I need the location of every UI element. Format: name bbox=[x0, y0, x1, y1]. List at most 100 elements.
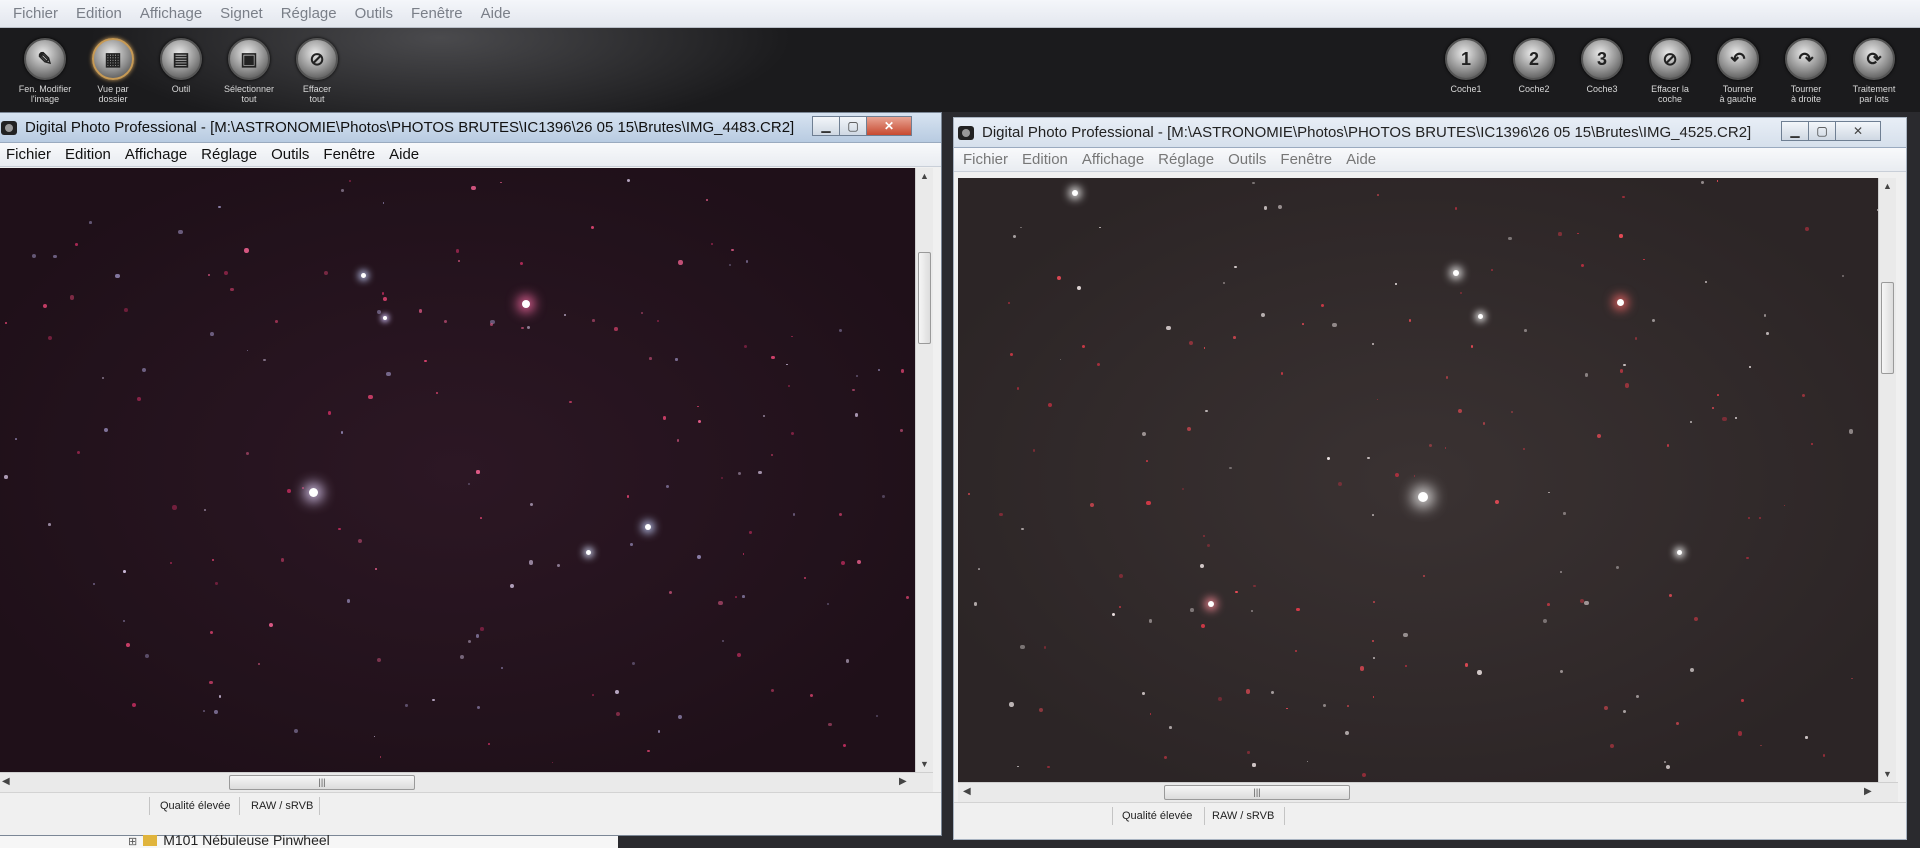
star bbox=[629, 543, 633, 546]
scroll-right-arrow-icon[interactable]: ▶ bbox=[1864, 786, 1872, 797]
bright-star bbox=[586, 549, 592, 555]
select-all-button[interactable]: ▣ Sélectionner tout bbox=[216, 38, 282, 104]
vertical-scrollbar[interactable]: ▲ ▼ bbox=[915, 168, 933, 772]
scrollbar-thumb[interactable] bbox=[918, 252, 931, 344]
star bbox=[1711, 407, 1714, 410]
check-mark-3-button[interactable]: 3 Coche3 bbox=[1569, 38, 1635, 94]
expand-icon[interactable]: ⊞ bbox=[128, 835, 137, 848]
star bbox=[1458, 409, 1463, 414]
close-button[interactable]: ✕ bbox=[866, 116, 912, 136]
star bbox=[1805, 736, 1808, 739]
clear-check-button[interactable]: ⊘ Effacer la coche bbox=[1637, 38, 1703, 104]
menu-item-signet[interactable]: Signet bbox=[211, 5, 272, 22]
clear-check-icon: ⊘ bbox=[1649, 38, 1691, 80]
maximize-button[interactable]: ▢ bbox=[1808, 121, 1836, 141]
vertical-scrollbar[interactable]: ▲ ▼ bbox=[1878, 178, 1896, 782]
menu-item-outils[interactable]: Outils bbox=[264, 146, 316, 163]
menu-item-reglage[interactable]: Réglage bbox=[1151, 151, 1221, 168]
star bbox=[792, 513, 796, 516]
star bbox=[48, 523, 51, 527]
batch-process-button[interactable]: ⟳ Traitement par lots bbox=[1841, 38, 1907, 104]
menu-item-edition[interactable]: Edition bbox=[1015, 151, 1075, 168]
bright-star bbox=[522, 299, 531, 308]
toolbar-label: Tourner à droite bbox=[1790, 84, 1822, 104]
scroll-up-arrow-icon[interactable]: ▲ bbox=[1883, 181, 1892, 191]
scroll-left-arrow-icon[interactable]: ◀ bbox=[963, 786, 971, 797]
star bbox=[340, 188, 344, 192]
menu-item-outils[interactable]: Outils bbox=[346, 5, 402, 22]
scrollbar-thumb[interactable] bbox=[1881, 282, 1894, 374]
menu-item-fenetre[interactable]: Fenêtre bbox=[1273, 151, 1339, 168]
star bbox=[262, 358, 266, 362]
scroll-up-arrow-icon[interactable]: ▲ bbox=[920, 171, 929, 181]
star bbox=[676, 439, 680, 442]
folder-view-button[interactable]: ▦ Vue par dossier bbox=[80, 38, 146, 104]
menu-item-fichier[interactable]: Fichier bbox=[0, 146, 58, 163]
horizontal-scrollbar[interactable]: ◀ ||| ▶ bbox=[0, 772, 933, 792]
image-canvas[interactable] bbox=[0, 168, 915, 772]
check-mark-1-button[interactable]: 1 Coche1 bbox=[1433, 38, 1499, 94]
star bbox=[786, 363, 788, 366]
edit-image-button[interactable]: ✎ Fen. Modifier l'image bbox=[12, 38, 78, 104]
star bbox=[614, 327, 619, 331]
scrollbar-thumb[interactable]: ||| bbox=[229, 775, 415, 790]
scrollbar-thumb[interactable]: ||| bbox=[1164, 785, 1350, 800]
star bbox=[103, 428, 108, 433]
clear-all-button[interactable]: ⊘ Effacer tout bbox=[284, 38, 350, 104]
maximize-button[interactable]: ▢ bbox=[839, 116, 867, 136]
star bbox=[1377, 194, 1379, 196]
menu-item-edition[interactable]: Edition bbox=[67, 5, 131, 22]
check-mark-2-button[interactable]: 2 Coche2 bbox=[1501, 38, 1567, 94]
menu-item-affichage[interactable]: Affichage bbox=[118, 146, 194, 163]
toolbar-label: Coche3 bbox=[1586, 84, 1618, 94]
star bbox=[1017, 765, 1019, 768]
image-window-1[interactable]: Digital Photo Professional - [M:\ASTRONO… bbox=[0, 112, 942, 836]
star bbox=[1694, 617, 1699, 622]
star bbox=[203, 508, 206, 511]
menu-item-aide[interactable]: Aide bbox=[1339, 151, 1383, 168]
star bbox=[1020, 226, 1022, 229]
menu-item-fenetre[interactable]: Fenêtre bbox=[316, 146, 382, 163]
horizontal-scrollbar[interactable]: ◀ ||| ▶ bbox=[958, 782, 1898, 802]
scroll-right-arrow-icon[interactable]: ▶ bbox=[899, 776, 907, 787]
menu-item-reglage[interactable]: Réglage bbox=[272, 5, 346, 22]
star bbox=[1372, 600, 1375, 603]
close-button[interactable]: ✕ bbox=[1835, 121, 1881, 141]
rotate-right-button[interactable]: ↷ Tourner à droite bbox=[1773, 38, 1839, 104]
image-window-2[interactable]: Digital Photo Professional - [M:\ASTRONO… bbox=[953, 117, 1907, 840]
menu-item-reglage[interactable]: Réglage bbox=[194, 146, 264, 163]
folder-tree-item[interactable]: ⊞ M101 Nébuleuse Pinwheel bbox=[128, 832, 330, 848]
tool-palette-button[interactable]: ▤ Outil bbox=[148, 38, 214, 94]
scroll-down-arrow-icon[interactable]: ▼ bbox=[1883, 769, 1892, 779]
menu-item-aide[interactable]: Aide bbox=[472, 5, 520, 22]
menu-item-outils[interactable]: Outils bbox=[1221, 151, 1273, 168]
scroll-down-arrow-icon[interactable]: ▼ bbox=[920, 759, 929, 769]
window-title-bar[interactable]: Digital Photo Professional - [M:\ASTRONO… bbox=[954, 118, 1906, 148]
star bbox=[1700, 180, 1705, 185]
rotate-left-button[interactable]: ↶ Tourner à gauche bbox=[1705, 38, 1771, 104]
menu-item-affichage[interactable]: Affichage bbox=[1075, 151, 1151, 168]
star bbox=[1337, 481, 1342, 486]
star bbox=[1371, 342, 1375, 345]
menu-item-fichier[interactable]: Fichier bbox=[4, 5, 67, 22]
minimize-button[interactable]: ▁ bbox=[1781, 121, 1809, 141]
window-menu-bar: Fichier Edition Affichage Réglage Outils Fenê… bbox=[0, 143, 941, 167]
star bbox=[1666, 444, 1670, 448]
menu-item-fenetre[interactable]: Fenêtre bbox=[402, 5, 472, 22]
window-title-bar[interactable]: Digital Photo Professional - [M:\ASTRONO… bbox=[0, 113, 941, 143]
clear-all-icon: ⊘ bbox=[296, 38, 338, 80]
scroll-left-arrow-icon[interactable]: ◀ bbox=[2, 776, 10, 787]
menu-item-affichage[interactable]: Affichage bbox=[131, 5, 211, 22]
menu-item-edition[interactable]: Edition bbox=[58, 146, 118, 163]
star bbox=[210, 631, 214, 635]
star bbox=[705, 199, 708, 202]
star bbox=[1010, 352, 1014, 356]
image-canvas[interactable] bbox=[958, 178, 1878, 782]
menu-item-aide[interactable]: Aide bbox=[382, 146, 426, 163]
star bbox=[1717, 394, 1720, 396]
star bbox=[1302, 322, 1305, 325]
star bbox=[591, 694, 594, 696]
menu-item-fichier[interactable]: Fichier bbox=[956, 151, 1015, 168]
minimize-button[interactable]: ▁ bbox=[812, 116, 840, 136]
star bbox=[999, 512, 1003, 517]
